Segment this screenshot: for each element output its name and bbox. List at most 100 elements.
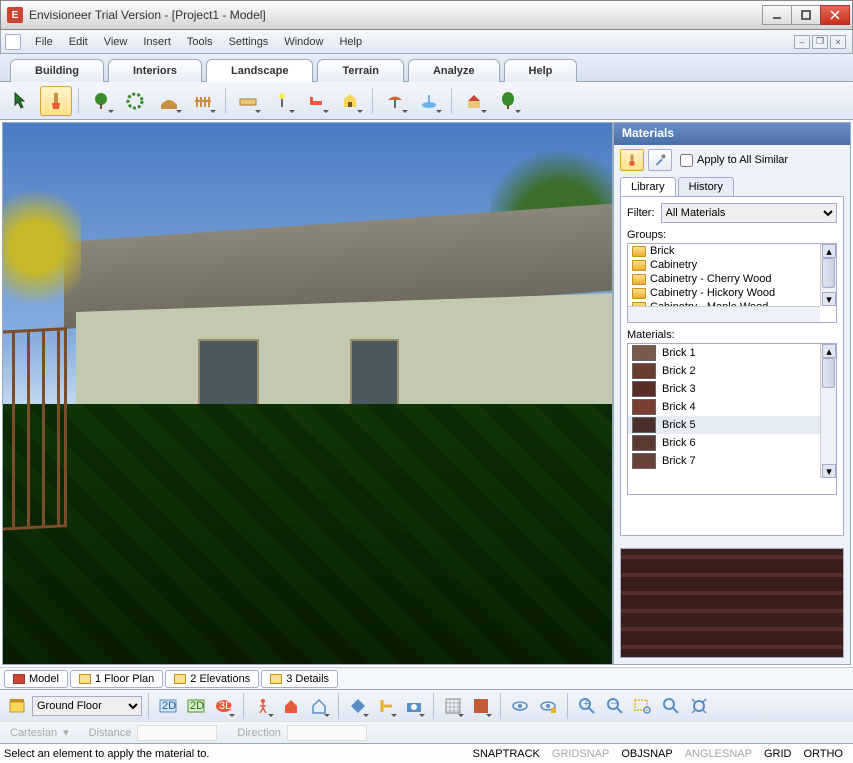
structure-tool[interactable] — [458, 86, 490, 116]
apply-all-checkbox[interactable] — [680, 154, 693, 167]
hatch-button[interactable] — [440, 693, 466, 719]
material-item[interactable]: Brick 4 — [628, 398, 836, 416]
home-view-button[interactable] — [278, 693, 304, 719]
toggle-objsnap[interactable]: OBJSNAP — [615, 748, 678, 760]
toggle-ortho[interactable]: ORTHO — [797, 748, 849, 760]
umbrella-tool[interactable] — [379, 86, 411, 116]
scrollbar-vertical[interactable]: ▴▾ — [820, 344, 836, 478]
menu-help[interactable]: Help — [331, 33, 370, 51]
orbit-button[interactable] — [306, 693, 332, 719]
menu-window[interactable]: Window — [276, 33, 331, 51]
zoom-realtime-button[interactable] — [658, 693, 684, 719]
toggle-snaptrack[interactable]: SNAPTRACK — [467, 748, 546, 760]
menu-insert[interactable]: Insert — [135, 33, 179, 51]
view-tab-model[interactable]: Model — [4, 670, 68, 688]
toggle-gridsnap[interactable]: GRIDSNAP — [546, 748, 615, 760]
tab-building[interactable]: Building — [10, 59, 104, 82]
material-item[interactable]: Brick 3 — [628, 380, 836, 398]
toggle-grid[interactable]: GRID — [758, 748, 798, 760]
tab-terrain[interactable]: Terrain — [317, 59, 403, 82]
furniture-tool[interactable] — [300, 86, 332, 116]
material-item[interactable]: Brick 6 — [628, 434, 836, 452]
plant-tool[interactable] — [85, 86, 117, 116]
direction-input[interactable] — [287, 725, 367, 741]
edging-tool[interactable] — [153, 86, 185, 116]
material-item[interactable]: Brick 5 — [628, 416, 836, 434]
group-item[interactable]: Brick — [628, 244, 836, 258]
group-item[interactable]: Cabinetry — [628, 258, 836, 272]
maximize-button[interactable] — [791, 5, 821, 25]
scroll-up-icon[interactable]: ▴ — [822, 344, 836, 358]
tab-analyze[interactable]: Analyze — [408, 59, 500, 82]
history-tab[interactable]: History — [678, 177, 734, 196]
deck-tool[interactable] — [232, 86, 264, 116]
group-item[interactable]: Cabinetry - Cherry Wood — [628, 272, 836, 286]
material-item[interactable]: Brick 7 — [628, 452, 836, 470]
scroll-down-icon[interactable]: ▾ — [822, 292, 836, 306]
scroll-down-icon[interactable]: ▾ — [822, 464, 836, 478]
mdi-close-button[interactable]: × — [830, 35, 846, 49]
water-feature-tool[interactable] — [413, 86, 445, 116]
view-tab-elevations[interactable]: 2 Elevations — [165, 670, 259, 688]
irrigation-tool[interactable] — [119, 86, 151, 116]
display-mode-button[interactable] — [345, 693, 371, 719]
view-tab-floorplan[interactable]: 1 Floor Plan — [70, 670, 163, 688]
status-bar: Select an element to apply the material … — [0, 743, 853, 763]
view-filter-button[interactable] — [535, 693, 561, 719]
mdi-restore-button[interactable]: ❐ — [812, 35, 828, 49]
camera-button[interactable] — [401, 693, 427, 719]
walk-button[interactable] — [250, 693, 276, 719]
view-tab-details[interactable]: 3 Details — [261, 670, 338, 688]
scrollbar-thumb[interactable] — [822, 358, 835, 388]
floor-icon[interactable] — [4, 693, 30, 719]
filter-select[interactable]: All Materials — [661, 203, 838, 223]
material-item[interactable]: Brick 1 — [628, 344, 836, 362]
material-swatch — [632, 381, 656, 397]
select-tool[interactable] — [6, 86, 38, 116]
view-2d-designer-button[interactable]: 2D — [183, 693, 209, 719]
trim-button[interactable] — [373, 693, 399, 719]
zoom-in-button[interactable]: + — [574, 693, 600, 719]
distance-input[interactable] — [137, 725, 217, 741]
group-item[interactable]: Cabinetry - Hickory Wood — [628, 286, 836, 300]
toggle-anglesnap[interactable]: ANGLESNAP — [679, 748, 758, 760]
tree-tool[interactable] — [492, 86, 524, 116]
svg-text:3D: 3D — [219, 700, 233, 712]
tab-landscape[interactable]: Landscape — [206, 59, 313, 82]
scrollbar-vertical[interactable]: ▴▾ — [820, 244, 836, 306]
zoom-out-button[interactable]: – — [602, 693, 628, 719]
scrollbar-horizontal[interactable] — [628, 306, 820, 322]
menu-tools[interactable]: Tools — [179, 33, 221, 51]
viewport-3d[interactable] — [2, 122, 613, 665]
view-2d-button[interactable]: 2D — [155, 693, 181, 719]
groups-list[interactable]: Brick Cabinetry Cabinetry - Cherry Wood … — [627, 243, 837, 323]
scroll-up-icon[interactable]: ▴ — [822, 244, 836, 258]
close-button[interactable] — [820, 5, 850, 25]
apply-material-button[interactable] — [620, 149, 644, 171]
eye-button[interactable] — [507, 693, 533, 719]
fence-tool[interactable] — [187, 86, 219, 116]
menu-view[interactable]: View — [96, 33, 136, 51]
tab-help[interactable]: Help — [504, 59, 578, 82]
separator — [567, 693, 568, 719]
paintbrush-tool[interactable] — [40, 86, 72, 116]
accessory-tool[interactable] — [334, 86, 366, 116]
view-3d-button[interactable]: 3D — [211, 693, 237, 719]
library-tab[interactable]: Library — [620, 177, 676, 196]
tab-interiors[interactable]: Interiors — [108, 59, 202, 82]
menu-settings[interactable]: Settings — [221, 33, 277, 51]
coord-mode[interactable]: Cartesian ▾ — [10, 726, 69, 739]
minimize-button[interactable] — [762, 5, 792, 25]
menu-file[interactable]: File — [27, 33, 61, 51]
zoom-extents-button[interactable] — [686, 693, 712, 719]
scrollbar-thumb[interactable] — [822, 258, 835, 288]
lighting-tool[interactable] — [266, 86, 298, 116]
texture-button[interactable] — [468, 693, 494, 719]
materials-list[interactable]: Brick 1 Brick 2 Brick 3 Brick 4 Brick 5 … — [627, 343, 837, 495]
material-item[interactable]: Brick 2 — [628, 362, 836, 380]
eyedropper-button[interactable] — [648, 149, 672, 171]
zoom-window-button[interactable] — [630, 693, 656, 719]
mdi-minimize-button[interactable]: – — [794, 35, 810, 49]
floor-selector[interactable]: Ground Floor — [32, 696, 142, 716]
menu-edit[interactable]: Edit — [61, 33, 96, 51]
